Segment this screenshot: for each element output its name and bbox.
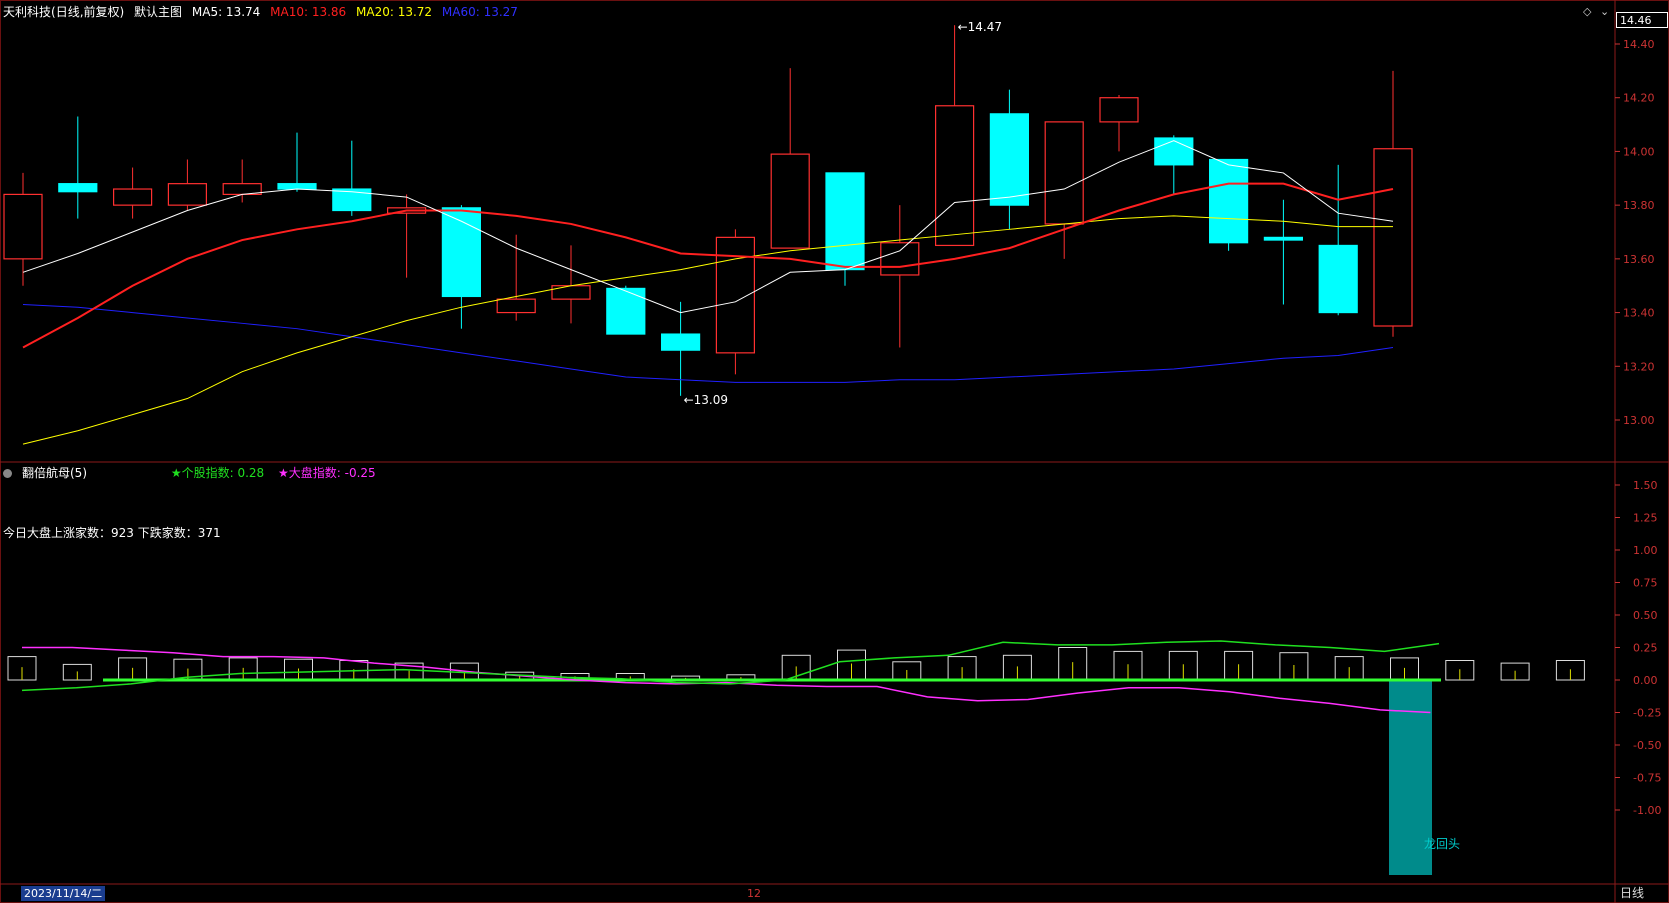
- current-price-label: 14.46: [1616, 12, 1668, 28]
- y-tick-label: 14.40: [1623, 38, 1655, 51]
- candle-body: [112, 188, 153, 206]
- candle: [934, 25, 975, 247]
- period-adjust-label[interactable]: (日线,前复权): [51, 5, 124, 19]
- chart-canvas: 14.40 14.20 14.00 13.80 13.60 13.40 13.20 13.00…: [0, 0, 1669, 903]
- stock-index-value: ★个股指数: 0.28: [170, 466, 265, 480]
- ma60-line: [22, 304, 1394, 383]
- candle-body: [660, 333, 701, 351]
- candle: [551, 245, 591, 324]
- y-tick-label: 0.25: [1633, 642, 1658, 655]
- y-tick-label: 14.00: [1623, 145, 1655, 158]
- y-tick-label: 1.00: [1633, 544, 1658, 557]
- y-tick-label: 13.20: [1623, 360, 1655, 373]
- candle: [1318, 164, 1358, 316]
- stock-name[interactable]: 天利科技: [3, 5, 51, 19]
- candle-body: [1208, 158, 1249, 244]
- candle-body: [934, 105, 975, 247]
- candle: [1044, 121, 1084, 259]
- candle-body: [551, 285, 591, 300]
- ma10-line: [22, 182, 1394, 349]
- y-tick-label: -0.25: [1633, 707, 1661, 720]
- ma5-value: MA5: 13.74: [191, 5, 261, 19]
- signal-annotation: 龙回头: [1424, 837, 1460, 851]
- market-stats-line: 今日大盘上涨家数：923 下跌家数：371: [3, 526, 221, 540]
- candle: [332, 140, 372, 216]
- y-tick-label: 0.00: [1633, 674, 1658, 687]
- candle-body: [606, 287, 646, 335]
- candle-body: [332, 188, 372, 212]
- y-tick-label: 0.50: [1633, 609, 1658, 622]
- candle: [387, 194, 427, 278]
- collapse-icon[interactable]: ⌄: [1600, 5, 1609, 18]
- candle-body: [1318, 244, 1358, 314]
- ma60-value: MA60: 13.27: [441, 5, 518, 19]
- ma20-line: [22, 215, 1393, 445]
- candle-body: [1099, 97, 1139, 123]
- candle: [825, 172, 865, 286]
- y-tick-label: 13.60: [1623, 253, 1655, 266]
- candle: [1263, 199, 1304, 305]
- candle: [989, 89, 1030, 230]
- y-tick-label: 13.80: [1623, 199, 1655, 212]
- y-tick-label: 1.50: [1633, 479, 1658, 492]
- y-tick-label: -0.75: [1633, 772, 1661, 785]
- candle: [660, 301, 701, 396]
- y-tick-label: 14.20: [1623, 92, 1655, 105]
- candle-body: [825, 172, 865, 271]
- candle: [277, 132, 317, 192]
- candle: [1208, 158, 1249, 251]
- candle-body: [277, 183, 317, 190]
- y-tick-label: 13.40: [1623, 307, 1655, 320]
- y-tick-label: 1.25: [1633, 512, 1658, 525]
- candle: [880, 205, 920, 348]
- candle-body: [989, 113, 1030, 206]
- candle-body: [3, 193, 43, 260]
- candle-body: [1154, 137, 1194, 166]
- price-annotation: ←13.09: [684, 393, 728, 407]
- ma5-line: [22, 140, 1394, 314]
- candle-body: [58, 183, 98, 193]
- candle: [1373, 70, 1413, 337]
- indicator-settings-icon[interactable]: [3, 469, 12, 478]
- indicator-header: 翻倍航母(5) ★个股指数: 0.28 ★大盘指数: -0.25: [3, 465, 386, 481]
- market-index-value: ★大盘指数: -0.25: [278, 466, 376, 480]
- candle: [3, 172, 43, 286]
- candle: [1154, 135, 1194, 195]
- candle: [112, 167, 153, 219]
- ma20-value: MA20: 13.72: [356, 5, 433, 19]
- diamond-icon[interactable]: ◇: [1583, 5, 1591, 18]
- candle: [167, 159, 207, 211]
- candle-body: [880, 242, 920, 276]
- candle-body: [770, 153, 810, 249]
- candle-body: [1044, 121, 1084, 225]
- candle-body: [496, 298, 536, 314]
- indicator-name[interactable]: 默认主图: [134, 5, 182, 19]
- date-label: 2023/11/14/二: [21, 886, 106, 901]
- candle-body: [1373, 148, 1413, 327]
- period-label[interactable]: 日线: [1620, 885, 1644, 901]
- y-tick-label: 0.75: [1633, 577, 1658, 590]
- candle-body: [1263, 236, 1304, 241]
- y-tick-label: -1.00: [1633, 804, 1661, 817]
- main-chart-header: 天利科技(日线,前复权) 默认主图 MA5: 13.74 MA10: 13.86…: [3, 4, 524, 20]
- candle-body: [167, 183, 207, 206]
- price-annotation: ←14.47: [958, 20, 1002, 34]
- month-marker: 12: [747, 887, 761, 900]
- candle: [58, 116, 98, 219]
- candle: [222, 159, 262, 203]
- candle: [770, 68, 810, 249]
- y-tick-label: 13.00: [1623, 414, 1655, 427]
- candle: [1099, 95, 1139, 152]
- candle: [606, 285, 646, 335]
- y-tick-label: -0.50: [1633, 739, 1661, 752]
- indicator-name[interactable]: 翻倍航母(5): [22, 466, 87, 480]
- ma10-value: MA10: 13.86: [270, 5, 347, 19]
